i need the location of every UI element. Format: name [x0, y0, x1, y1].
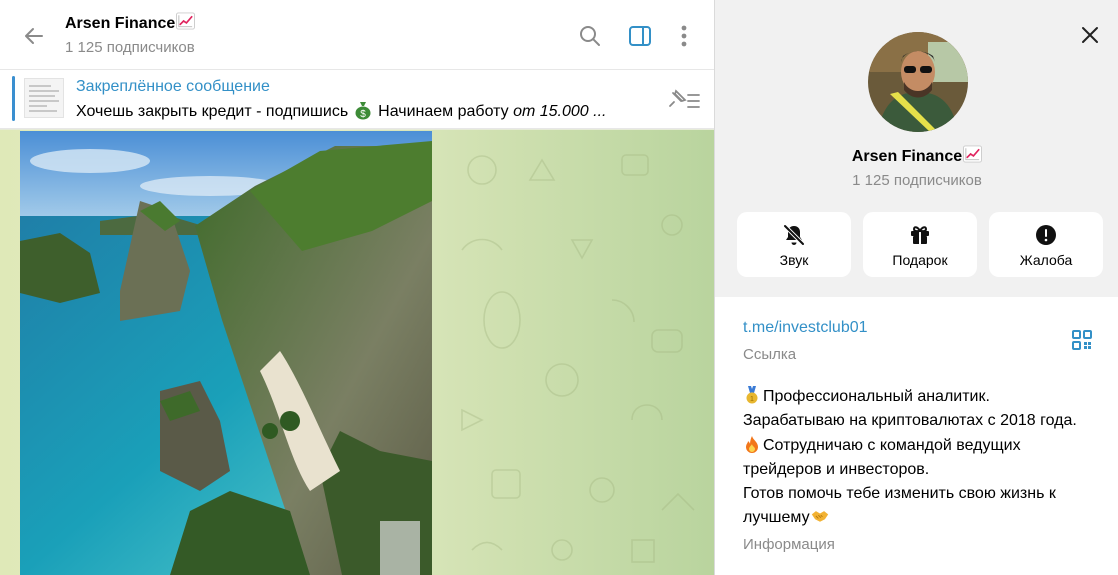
svg-text:$: $ [360, 109, 366, 120]
more-vertical-icon [681, 25, 687, 47]
channel-info-panel: Arsen Finance 1 125 подписчиков Звук Под… [714, 0, 1118, 575]
profile-name: Arsen Finance [715, 145, 1118, 166]
pinned-thumbnail [24, 78, 64, 118]
qr-code-button[interactable] [1071, 329, 1097, 355]
chat-subscribers: 1 125 подписчиков [65, 39, 195, 56]
svg-text:1: 1 [750, 396, 754, 403]
avatar[interactable] [868, 32, 968, 132]
chart-increasing-icon [176, 12, 196, 30]
bio-line: Зарабатываю на криптовалютах с 2018 года… [743, 412, 1077, 430]
gift-button[interactable]: Подарок [863, 212, 977, 277]
coastline-image [20, 131, 432, 575]
bio-line: лучшему [743, 506, 1103, 530]
medal-icon: 1 [746, 386, 758, 404]
search-button[interactable] [575, 21, 605, 51]
fire-icon [746, 435, 758, 453]
pinned-text: Хочешь закрыть кредит - подпишись $ Начи… [76, 100, 641, 121]
post-photo[interactable] [20, 131, 432, 575]
arrow-left-icon [25, 28, 43, 44]
chat-title[interactable]: Arsen Finance [65, 12, 196, 33]
bio-line: Сотрудничаю с командой ведущих [743, 434, 1103, 458]
money-bag-icon: $ [355, 102, 371, 120]
bio-line: 1 Профессиональный аналитик. [743, 385, 1103, 409]
more-menu-button[interactable] [669, 21, 699, 51]
chat-area: Arsen Finance 1 125 подписчиков Закреплё… [0, 0, 714, 575]
bio-line: трейдеров и инвесторов. [743, 460, 930, 478]
chart-increasing-icon [963, 145, 983, 163]
close-icon [1082, 27, 1098, 43]
bio-line: Готов помочь тебе изменить свою жизнь к [743, 485, 1056, 503]
link-caption: Ссылка [743, 346, 797, 363]
profile-subscribers: 1 125 подписчиков [852, 172, 982, 189]
info-caption: Информация [743, 536, 835, 553]
pinned-title: Закреплённое сообщение [76, 78, 270, 95]
avatar-photo [868, 32, 968, 132]
alert-circle-icon [1036, 225, 1056, 245]
mute-button[interactable]: Звук [737, 212, 851, 277]
chat-header: Arsen Finance 1 125 подписчиков [0, 0, 714, 70]
doodle-pattern [461, 154, 695, 563]
gift-icon [911, 226, 929, 244]
toggle-sidebar-button[interactable] [625, 21, 655, 51]
pinned-indicator-bar [12, 76, 15, 121]
pin-list-icon [669, 89, 700, 108]
channel-description: 1 Профессиональный аналитик. Зарабатываю… [743, 385, 1103, 531]
search-icon [580, 26, 600, 46]
back-button[interactable] [18, 20, 50, 52]
bell-off-icon [783, 224, 805, 246]
sidebar-icon [629, 26, 651, 46]
unpin-list-button[interactable] [664, 87, 702, 113]
close-panel-button[interactable] [1075, 20, 1105, 50]
qr-code-icon [1072, 330, 1092, 350]
handshake-icon [811, 511, 828, 523]
channel-link[interactable]: t.me/investclub01 [743, 319, 868, 337]
pinned-message[interactable]: Закреплённое сообщение Хочешь закрыть кр… [0, 70, 714, 129]
info-section: t.me/investclub01 Ссылка 1 Профессиональ… [715, 297, 1118, 575]
report-button[interactable]: Жалоба [989, 212, 1103, 277]
